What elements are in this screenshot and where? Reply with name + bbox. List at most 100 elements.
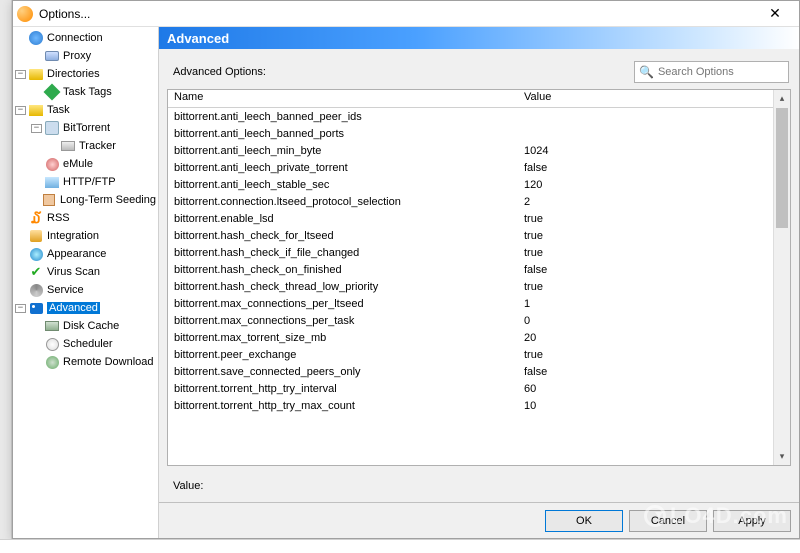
option-value-cell: 1 [518, 298, 773, 310]
table-row[interactable]: bittorrent.hash_check_on_finishedfalse [168, 261, 773, 278]
tree-expander-icon[interactable]: − [15, 106, 26, 115]
sidebar-item-remote-download[interactable]: Remote Download [13, 353, 158, 371]
sidebar-item-label: Scheduler [63, 338, 113, 350]
ok-button[interactable]: OK [545, 510, 623, 532]
sidebar-item-label: eMule [63, 158, 93, 170]
tree-expander-icon[interactable]: − [15, 304, 26, 313]
sidebar-item-emule[interactable]: eMule [13, 155, 158, 173]
sidebar-item-label: Remote Download [63, 356, 154, 368]
value-label: Value: [173, 480, 203, 492]
option-value-cell: true [518, 349, 773, 361]
table-row[interactable]: bittorrent.max_connections_per_ltseed1 [168, 295, 773, 312]
scroll-up-icon[interactable]: ▴ [774, 90, 790, 107]
option-value-cell: 10 [518, 400, 773, 412]
options-table: Name Value bittorrent.anti_leech_banned_… [167, 89, 791, 466]
sidebar-item-label: Directories [47, 68, 100, 80]
sidebar-item-label: Task Tags [63, 86, 112, 98]
option-name-cell: bittorrent.max_connections_per_task [168, 315, 518, 327]
apply-button[interactable]: Apply [713, 510, 791, 532]
option-name-cell: bittorrent.hash_check_for_ltseed [168, 230, 518, 242]
sidebar-item-http-ftp[interactable]: HTTP/FTP [13, 173, 158, 191]
tree-expander-icon[interactable]: − [31, 124, 42, 133]
option-name-cell: bittorrent.anti_leech_min_byte [168, 145, 518, 157]
table-row[interactable]: bittorrent.peer_exchangetrue [168, 346, 773, 363]
option-name-cell: bittorrent.torrent_http_try_max_count [168, 400, 518, 412]
column-value-header[interactable]: Value [518, 90, 773, 107]
table-row[interactable]: bittorrent.hash_check_if_file_changedtru… [168, 244, 773, 261]
sidebar-item-bittorrent[interactable]: −BitTorrent [13, 119, 158, 137]
scroll-down-icon[interactable]: ▾ [774, 448, 790, 465]
scroll-thumb[interactable] [776, 108, 788, 228]
table-row[interactable]: bittorrent.max_torrent_size_mb20 [168, 329, 773, 346]
option-name-cell: bittorrent.max_connections_per_ltseed [168, 298, 518, 310]
cancel-button[interactable]: Cancel [629, 510, 707, 532]
sidebar-item-tracker[interactable]: Tracker [13, 137, 158, 155]
table-row[interactable]: bittorrent.anti_leech_private_torrentfal… [168, 159, 773, 176]
sidebar-item-label: Proxy [63, 50, 91, 62]
table-row[interactable]: bittorrent.max_connections_per_task0 [168, 312, 773, 329]
sidebar-item-service[interactable]: Service [13, 281, 158, 299]
option-value-cell: false [518, 264, 773, 276]
table-row[interactable]: bittorrent.torrent_http_try_interval60 [168, 380, 773, 397]
table-row[interactable]: bittorrent.anti_leech_min_byte1024 [168, 142, 773, 159]
sidebar-item-directories[interactable]: − Directories [13, 65, 158, 83]
tree-expander-icon[interactable]: − [15, 70, 26, 79]
table-row[interactable]: bittorrent.hash_check_for_ltseedtrue [168, 227, 773, 244]
sidebar-item-label: Virus Scan [47, 266, 100, 278]
rss-icon: ໓ [28, 210, 44, 226]
sidebar-item-label: HTTP/FTP [63, 176, 116, 188]
table-row[interactable]: bittorrent.anti_leech_stable_sec120 [168, 176, 773, 193]
sidebar-item-task-tags[interactable]: Task Tags [13, 83, 158, 101]
search-input[interactable] [658, 66, 800, 78]
option-name-cell: bittorrent.anti_leech_private_torrent [168, 162, 518, 174]
sidebar-item-integration[interactable]: Integration [13, 227, 158, 245]
table-row[interactable]: bittorrent.enable_lsdtrue [168, 210, 773, 227]
sidebar-item-virus-scan[interactable]: ✔Virus Scan [13, 263, 158, 281]
table-row[interactable]: bittorrent.torrent_http_try_max_count10 [168, 397, 773, 414]
option-name-cell: bittorrent.enable_lsd [168, 213, 518, 225]
sidebar-item-disk-cache[interactable]: Disk Cache [13, 317, 158, 335]
option-value-cell: 0 [518, 315, 773, 327]
table-row[interactable]: bittorrent.save_connected_peers_onlyfals… [168, 363, 773, 380]
table-inner: Name Value bittorrent.anti_leech_banned_… [168, 90, 773, 465]
task-icon [28, 102, 44, 118]
dialog-button-bar: OK Cancel Apply [159, 502, 799, 538]
option-name-cell: bittorrent.anti_leech_banned_peer_ids [168, 111, 518, 123]
sidebar-item-appearance[interactable]: Appearance [13, 245, 158, 263]
sidebar-item-label: Appearance [47, 248, 106, 260]
close-button[interactable]: ✕ [755, 3, 795, 25]
server-icon [44, 48, 60, 64]
column-name-header[interactable]: Name [168, 90, 518, 107]
sidebar-item-label: RSS [47, 212, 70, 224]
sidebar-item-long-term-seeding[interactable]: Long-Term Seeding [13, 191, 158, 209]
sidebar-item-label: Task [47, 104, 70, 116]
bt-icon [44, 120, 60, 136]
table-header: Name Value [168, 90, 773, 108]
titlebar: Options... ✕ [13, 1, 799, 27]
sidebar-item-connection[interactable]: Connection [13, 29, 158, 47]
sidebar-item-label: Advanced [47, 302, 100, 314]
emule-icon [44, 156, 60, 172]
option-name-cell: bittorrent.max_torrent_size_mb [168, 332, 518, 344]
search-options-box[interactable]: 🔍 [634, 61, 789, 83]
app-icon [17, 6, 33, 22]
int-icon [28, 228, 44, 244]
status-bar [0, 539, 800, 553]
option-value-cell: true [518, 230, 773, 242]
disk-icon [44, 318, 60, 334]
sidebar-item-rss[interactable]: ໓RSS [13, 209, 158, 227]
sidebar-item-task[interactable]: − Task [13, 101, 158, 119]
adv-icon [28, 300, 44, 316]
vertical-scrollbar[interactable]: ▴ ▾ [773, 90, 790, 465]
sidebar-item-label: Tracker [79, 140, 116, 152]
sidebar-item-proxy[interactable]: Proxy [13, 47, 158, 65]
sidebar-item-label: Connection [47, 32, 103, 44]
sched-icon [44, 336, 60, 352]
window-title: Options... [39, 7, 755, 21]
sidebar-item-scheduler[interactable]: Scheduler [13, 335, 158, 353]
table-row[interactable]: bittorrent.connection.ltseed_protocol_se… [168, 193, 773, 210]
table-row[interactable]: bittorrent.anti_leech_banned_ports [168, 125, 773, 142]
sidebar-item-advanced[interactable]: − Advanced [13, 299, 158, 317]
table-row[interactable]: bittorrent.anti_leech_banned_peer_ids [168, 108, 773, 125]
table-row[interactable]: bittorrent.hash_check_thread_low_priorit… [168, 278, 773, 295]
